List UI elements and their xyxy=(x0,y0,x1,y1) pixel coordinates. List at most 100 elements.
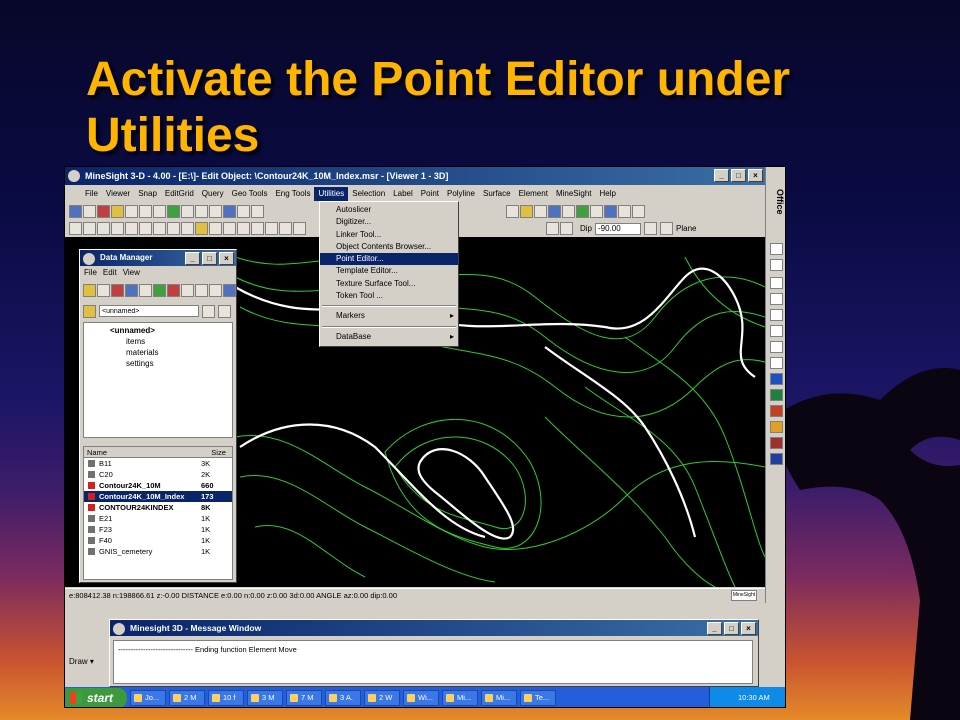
menu-item-template-editor[interactable]: Template Editor... xyxy=(320,265,458,277)
toolbar-button[interactable] xyxy=(223,284,236,297)
menu-item-digitizer[interactable]: Digitizer... xyxy=(320,216,458,228)
menu-element[interactable]: Element xyxy=(515,187,552,201)
column-header-name[interactable]: Name xyxy=(84,447,208,457)
tree-node-root[interactable]: <unnamed> xyxy=(88,325,228,336)
taskbar-item[interactable]: Jo... xyxy=(130,690,166,706)
list-item[interactable]: F40 1K xyxy=(84,535,232,546)
taskbar-item[interactable]: Wi... xyxy=(403,690,439,706)
word-icon[interactable] xyxy=(770,373,783,385)
menu-polyline[interactable]: Polyline xyxy=(443,187,479,201)
menu-point[interactable]: Point xyxy=(417,187,443,201)
toolbar-button[interactable] xyxy=(195,205,208,218)
minimize-button[interactable]: _ xyxy=(714,169,729,182)
menu-snap[interactable]: Snap xyxy=(134,187,161,201)
toolbar-button[interactable] xyxy=(167,222,180,235)
list-item[interactable]: B11 3K xyxy=(84,458,232,469)
taskbar-item[interactable]: Te... xyxy=(520,690,556,706)
zoom-icon[interactable] xyxy=(111,222,124,235)
list-item-selected[interactable]: Contour24K_10M_Index 173 xyxy=(84,491,232,502)
menu-file[interactable]: File xyxy=(81,187,102,201)
maximize-button[interactable]: □ xyxy=(731,169,746,182)
menu-editgrid[interactable]: EditGrid xyxy=(161,187,198,201)
list-item[interactable]: Contour24K_10M 660 xyxy=(84,480,232,491)
toolbar-button[interactable] xyxy=(237,205,250,218)
toolbar-button[interactable] xyxy=(618,205,631,218)
toolbar-button[interactable] xyxy=(604,205,617,218)
toolbar-button[interactable] xyxy=(195,284,208,297)
menu-selection[interactable]: Selection xyxy=(348,187,389,201)
menu-item-object-contents-browser[interactable]: Object Contents Browser... xyxy=(320,241,458,253)
toolbar-button[interactable] xyxy=(69,205,82,218)
arrow-left-icon[interactable] xyxy=(546,222,559,235)
list-item[interactable]: GNIS_cemetery 1K xyxy=(84,546,232,557)
toolbar-button[interactable] xyxy=(237,222,250,235)
outlook-icon[interactable] xyxy=(770,421,783,433)
toolbar-button[interactable] xyxy=(153,284,166,297)
toolbar-button[interactable] xyxy=(251,205,264,218)
powerpoint-icon[interactable] xyxy=(770,405,783,417)
toolbar-button[interactable] xyxy=(223,205,236,218)
taskbar-item[interactable]: 3 M xyxy=(247,690,283,706)
toolbar-button[interactable] xyxy=(223,222,236,235)
toolbar-button[interactable] xyxy=(125,284,138,297)
toolbar-button[interactable] xyxy=(534,205,547,218)
tree-node-items[interactable]: items xyxy=(88,336,228,347)
menu-item-point-editor[interactable]: Point Editor... xyxy=(320,253,458,266)
menu-geo-tools[interactable]: Geo Tools xyxy=(228,187,272,201)
tree-node-materials[interactable]: materials xyxy=(88,347,228,358)
system-tray-clock[interactable]: 10:30 AM xyxy=(709,687,785,707)
toolbar-button[interactable] xyxy=(153,222,166,235)
dm-menu-edit[interactable]: Edit xyxy=(103,268,117,277)
msg-minimize-button[interactable]: _ xyxy=(707,622,722,635)
office-app-icon[interactable] xyxy=(770,293,783,305)
menu-item-token-tool[interactable]: Token Tool ... xyxy=(320,290,458,302)
toolbar-button[interactable] xyxy=(293,222,306,235)
office-app-icon[interactable] xyxy=(770,341,783,353)
menu-eng-tools[interactable]: Eng Tools xyxy=(271,187,314,201)
toolbar-button[interactable] xyxy=(576,205,589,218)
menu-viewer[interactable]: Viewer xyxy=(102,187,134,201)
arrow-up-icon[interactable] xyxy=(644,222,658,235)
toolbar-button[interactable] xyxy=(97,205,110,218)
msg-close-button[interactable]: × xyxy=(741,622,756,635)
taskbar-item[interactable]: 10 f xyxy=(208,690,244,706)
start-button[interactable]: start xyxy=(65,688,127,707)
office-app-icon[interactable] xyxy=(770,325,783,337)
toolbar-button[interactable] xyxy=(83,205,96,218)
open-folder-icon[interactable] xyxy=(83,284,96,297)
toolbar-button[interactable] xyxy=(167,205,180,218)
office-app-icon[interactable] xyxy=(770,243,783,255)
zoom-icon[interactable] xyxy=(69,222,82,235)
toolbar-button[interactable] xyxy=(209,205,222,218)
arrow-right-icon[interactable] xyxy=(560,222,573,235)
toolbar-button[interactable] xyxy=(265,222,278,235)
menu-item-autoslicer[interactable]: Autoslicer xyxy=(320,204,458,216)
excel-icon[interactable] xyxy=(770,389,783,401)
dm-close-button[interactable]: × xyxy=(219,252,234,265)
access-icon[interactable] xyxy=(770,437,783,449)
office-app-icon[interactable] xyxy=(770,259,783,271)
toolbar-button[interactable] xyxy=(520,205,533,218)
toolbar-button[interactable] xyxy=(590,205,603,218)
toolbar-button[interactable] xyxy=(139,205,152,218)
toolbar-button[interactable] xyxy=(97,284,110,297)
save-icon[interactable] xyxy=(218,304,231,318)
dm-folder-input[interactable] xyxy=(99,305,199,317)
menu-minesight[interactable]: MineSight xyxy=(552,187,596,201)
menu-item-linker-tool[interactable]: Linker Tool... xyxy=(320,229,458,241)
dm-menu-file[interactable]: File xyxy=(84,268,97,277)
toolbar-button[interactable] xyxy=(562,205,575,218)
menu-item-texture-surface-tool[interactable]: Texture Surface Tool... xyxy=(320,278,458,290)
toolbar-button[interactable] xyxy=(209,222,222,235)
taskbar-item[interactable]: 7 M xyxy=(286,690,322,706)
taskbar-item[interactable]: 3 A. xyxy=(325,690,361,706)
toolbar-button[interactable] xyxy=(139,284,152,297)
toolbar-button[interactable] xyxy=(125,222,138,235)
menu-item-database[interactable]: DataBase ▸ xyxy=(320,331,458,343)
menu-help[interactable]: Help xyxy=(596,187,620,201)
office-app-icon[interactable] xyxy=(770,309,783,321)
toolbar-button[interactable] xyxy=(111,284,124,297)
taskbar-item[interactable]: 2 M xyxy=(169,690,205,706)
help-icon[interactable] xyxy=(111,205,124,218)
toolbar-button[interactable] xyxy=(181,205,194,218)
